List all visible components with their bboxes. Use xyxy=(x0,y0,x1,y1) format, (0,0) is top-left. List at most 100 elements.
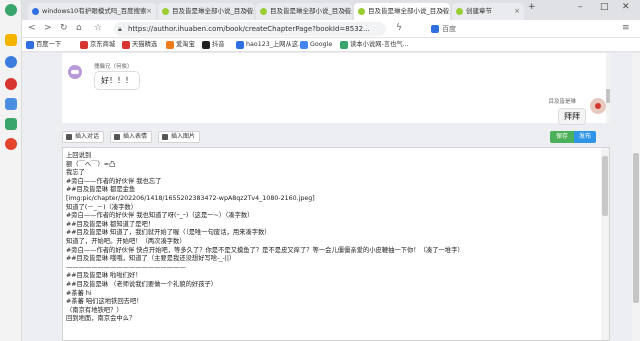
tab-title: 目及皆是琳全部小说_目及皆是琳 xyxy=(270,7,352,15)
close-tab-icon[interactable]: × xyxy=(440,3,446,20)
editor-scroll-thumb[interactable] xyxy=(602,156,608,216)
bookmark-label: 天猫精选 xyxy=(132,41,158,48)
editor-line: ##目及皆是琳 都是金鱼 xyxy=(66,186,136,194)
search-engine-label: 百度 xyxy=(442,25,456,33)
tab-favicon-icon xyxy=(456,8,463,15)
home-icon[interactable]: ⌂ xyxy=(76,23,82,33)
extension-icon[interactable] xyxy=(5,98,17,110)
bookmark-star-icon[interactable]: ☆ xyxy=(94,23,102,33)
bookmark-icon xyxy=(26,41,34,49)
page-content: 傀儡兄（何俊） 好！！！ 目及皆是琳 拜拜 插入对话 插入表情 插入图片 保存 … xyxy=(22,53,640,341)
bookmark-item[interactable]: 百度一下 xyxy=(26,40,61,50)
editor-toolbar: 插入对话 插入表情 插入图片 保存 发布 xyxy=(62,131,610,143)
bookmark-item[interactable]: 爱淘宝 xyxy=(166,40,195,50)
chat-scrollbar[interactable] xyxy=(606,53,610,123)
address-bar: < > ↻ ⌂ ☆ 🔒︎ https://author.ihuaben.com/… xyxy=(22,20,640,38)
page-scrollbar[interactable] xyxy=(632,53,640,341)
menu-icon[interactable]: ≡ xyxy=(622,23,630,33)
chapter-editor[interactable]: 上回说到 额（￣へ￣）=凸 我忘了 #旁白——作者的好伙伴 我也忘了 ##目及皆是琳… xyxy=(62,147,610,341)
left-avatar xyxy=(68,65,82,79)
bookmark-label: 京东商城 xyxy=(90,41,116,48)
editor-line: 知道了，开始吧。开始吧！（两次凑字数） xyxy=(66,238,186,245)
close-window-icon[interactable]: ✕ xyxy=(622,2,630,12)
tab-3[interactable]: 目及皆是琳全部小说_目及皆是琳 × xyxy=(354,3,450,20)
bookmark-label: 爱淘宝 xyxy=(176,41,195,48)
bookmark-icon xyxy=(300,41,308,49)
editor-scrollbar[interactable] xyxy=(601,148,609,340)
editor-line: #旁白——作者的好伙伴 快点开始吧，等多久了？你是不是又摸鱼了？是不是皮又痒了？… xyxy=(66,246,464,254)
editor-line: ##目及皆是琳 知道了，我们就开始了喔（（是唯一句废话，用来凑字数） xyxy=(66,229,271,237)
new-tab-icon[interactable]: + xyxy=(528,2,536,12)
back-arrow-icon[interactable]: < xyxy=(28,23,36,33)
editor-line: 知道了(－_－)（凑字数） xyxy=(66,203,138,211)
image-icon xyxy=(162,134,168,140)
insert-dialog-button[interactable]: 插入对话 xyxy=(62,131,105,143)
tab-title: 目及皆是琳全部小说_目及皆是琳 xyxy=(172,7,254,15)
search-box[interactable]: 百度 xyxy=(430,22,600,36)
bookmark-item[interactable]: 读本小说网-言也气... xyxy=(340,40,409,50)
baidu-icon xyxy=(431,25,439,33)
apps-icon[interactable] xyxy=(5,118,17,130)
insert-emoji-label: 插入表情 xyxy=(123,133,148,140)
left-message-bubble: 好！！！ xyxy=(94,71,140,90)
insert-image-button[interactable]: 插入图片 xyxy=(158,131,201,143)
bookmark-item[interactable]: hao123_上网从这... xyxy=(236,40,304,50)
tab-1[interactable]: 目及皆是琳全部小说_目及皆是琳 × xyxy=(158,3,254,20)
bookmark-label: hao123_上网从这... xyxy=(246,41,305,48)
close-tab-icon[interactable]: × xyxy=(244,3,250,20)
close-tab-icon[interactable]: × xyxy=(514,3,520,20)
bookmark-icon xyxy=(166,41,174,49)
lightning-icon[interactable]: ϟ xyxy=(396,23,402,33)
right-speaker-name: 目及皆是琳 xyxy=(548,99,576,105)
favorites-star-icon[interactable] xyxy=(5,34,17,46)
tab-favicon-icon xyxy=(358,8,365,15)
history-icon[interactable] xyxy=(5,56,17,68)
editor-line: #茶蕃 hi xyxy=(66,289,92,297)
bookmark-item[interactable]: 天猫精选 xyxy=(122,40,157,50)
save-button[interactable]: 保存 xyxy=(550,131,574,143)
bookmark-label: 读本小说网-言也气... xyxy=(350,41,409,48)
tab-title: 目及皆是琳全部小说_目及皆是琳 xyxy=(368,7,450,15)
tab-4[interactable]: 创建章节 × xyxy=(452,3,524,20)
editor-line: ##目及皆是琳 啦啦们好！ xyxy=(66,272,142,280)
tab-0[interactable]: windows10有护眼模式吗_百度搜索 × xyxy=(28,3,156,20)
tab-favicon-icon xyxy=(32,8,39,15)
bookmark-item[interactable]: 抖音 xyxy=(202,40,225,50)
editor-line: ##目及皆是琳 （老师说我们要做一个礼貌的好孩子） xyxy=(66,281,218,288)
url-text: https://author.ihuaben.com/book/createCh… xyxy=(128,25,370,33)
url-input[interactable]: 🔒︎ https://author.ihuaben.com/book/creat… xyxy=(114,22,386,36)
maximize-icon[interactable]: □ xyxy=(600,2,609,12)
insert-emoji-button[interactable]: 插入表情 xyxy=(110,131,153,143)
bookmark-icon xyxy=(122,41,130,49)
editor-line: [img:pic/chapter/202206/1418/16552023834… xyxy=(66,195,315,202)
bookmark-item[interactable]: Google xyxy=(300,40,332,50)
close-tab-icon[interactable]: × xyxy=(342,3,348,20)
bookmark-icon xyxy=(80,41,88,49)
editor-line: ##目及皆是琳 哦哦，知道了（主要是我还没想好写啥-_-||） xyxy=(66,255,236,263)
chat-icon xyxy=(66,134,72,140)
minimize-icon[interactable]: – xyxy=(578,2,583,12)
tab-strip: windows10有护眼模式吗_百度搜索 × 目及皆是琳全部小说_目及皆是琳 ×… xyxy=(22,0,640,20)
editor-line: #旁白——作者的好伙伴 我也知道了呀(ｰ_ｰ)（这是一~）（凑字数） xyxy=(66,212,254,220)
bookmark-item[interactable]: 京东商城 xyxy=(80,40,115,50)
bookmark-label: 百度一下 xyxy=(36,41,62,48)
insert-dialog-label: 插入对话 xyxy=(75,133,100,140)
editor-line: #茶蕃 咱们这地铁回去吧！ xyxy=(66,298,143,306)
forward-arrow-icon[interactable]: > xyxy=(44,23,52,33)
tab-2[interactable]: 目及皆是琳全部小说_目及皆是琳 × xyxy=(256,3,352,20)
reload-icon[interactable]: ↻ xyxy=(60,23,68,33)
left-speaker-name: 傀儡兄（何俊） xyxy=(94,64,133,70)
publish-button[interactable]: 发布 xyxy=(574,131,596,143)
editor-line: 上回说到 xyxy=(66,152,92,159)
tab-title: windows10有护眼模式吗_百度搜索 xyxy=(42,7,147,15)
bookmark-icon xyxy=(202,41,210,49)
editor-line: 回到地面，南京会中么？ xyxy=(66,315,136,323)
tab-favicon-icon xyxy=(162,8,169,15)
lock-icon: 🔒︎ xyxy=(118,25,122,33)
download-icon[interactable] xyxy=(5,78,17,90)
close-tab-icon[interactable]: × xyxy=(146,3,152,20)
editor-line: 我忘了 xyxy=(66,169,85,177)
bookmark-icon xyxy=(236,41,244,49)
weibo-icon[interactable] xyxy=(5,138,17,150)
browser-logo-icon[interactable] xyxy=(5,4,17,16)
